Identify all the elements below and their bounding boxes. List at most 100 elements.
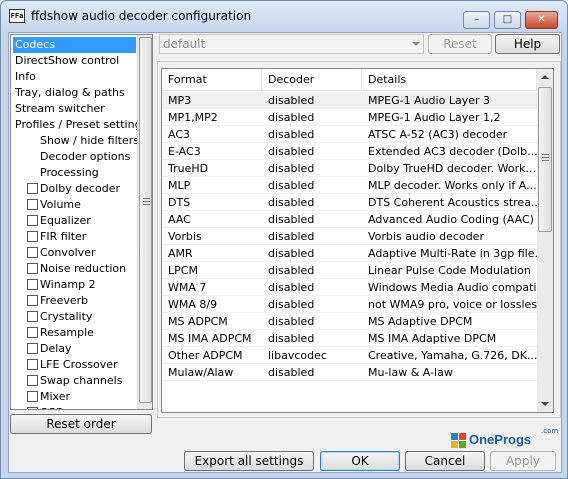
decoder-cell[interactable]: disabled xyxy=(262,279,362,296)
column-header-decoder[interactable]: Decoder xyxy=(262,69,362,91)
table-row[interactable]: MS IMA ADPCM disabled MS IMA Adaptive DPCM xyxy=(162,330,537,347)
ok-button[interactable]: OK xyxy=(320,451,400,471)
close-button[interactable]: ✕ xyxy=(525,11,558,29)
decoder-cell[interactable]: disabled xyxy=(262,364,362,381)
table-row[interactable]: AAC disabled Advanced Audio Coding (AAC) xyxy=(162,211,537,228)
decoder-cell[interactable]: disabled xyxy=(262,92,362,109)
table-row[interactable]: MP3 disabled MPEG-1 Audio Layer 3 xyxy=(162,92,537,109)
table-row[interactable]: AMR disabled Adaptive Multi-Rate in 3gp fi… xyxy=(162,245,537,262)
tree-scrollbar[interactable] xyxy=(137,35,152,409)
preset-select[interactable]: default xyxy=(159,34,424,54)
list-scrollbar[interactable] xyxy=(537,69,553,412)
decoder-cell[interactable]: disabled xyxy=(262,109,362,126)
app-window: FFa ffdshow audio decoder configuration … xyxy=(0,0,568,479)
filter-checkbox[interactable] xyxy=(27,391,38,402)
format-cell: Mulaw/Alaw xyxy=(168,366,234,379)
help-button[interactable]: Help xyxy=(495,34,560,54)
filter-checkbox[interactable] xyxy=(27,327,38,338)
list-scroll-thumb[interactable] xyxy=(538,87,552,232)
tree-item-label: Dolby decoder xyxy=(40,182,121,195)
cancel-button[interactable]: Cancel xyxy=(405,451,485,471)
filter-checkbox[interactable] xyxy=(27,359,38,370)
tree-item-label: Info xyxy=(15,70,36,83)
tree-item-label: Crystality xyxy=(40,310,93,323)
decoder-cell[interactable]: disabled xyxy=(262,313,362,330)
format-cell: WMA 7 xyxy=(168,281,207,294)
table-row[interactable]: E-AC3 disabled Extended AC3 decoder (Dolb.… xyxy=(162,143,537,160)
decoder-cell[interactable]: libavcodec xyxy=(262,347,362,364)
reset-button[interactable]: Reset xyxy=(428,34,492,54)
tree-item[interactable]: Codecs xyxy=(13,37,136,53)
table-row[interactable]: MLP disabled MLP decoder. Works only if A.… xyxy=(162,177,537,194)
filter-checkbox[interactable] xyxy=(27,263,38,274)
decoder-cell[interactable]: disabled xyxy=(262,296,362,313)
filter-checkbox[interactable] xyxy=(27,295,38,306)
tree-item-label: Freeverb xyxy=(40,294,89,307)
filter-checkbox[interactable] xyxy=(27,231,38,242)
table-row[interactable]: AC3 disabled ATSC A-52 (AC3) decoder xyxy=(162,126,537,143)
codecs-list[interactable]: Format Decoder Details MP3 disabled MPEG-1… xyxy=(161,68,554,413)
table-row[interactable]: Vorbis disabled Vorbis audio decoder xyxy=(162,228,537,245)
filter-checkbox[interactable] xyxy=(27,407,38,409)
column-header-details[interactable]: Details xyxy=(362,69,537,91)
details-cell: MS IMA Adaptive DPCM xyxy=(368,332,497,345)
minimize-icon: – xyxy=(474,14,479,25)
title-bar[interactable]: FFa ffdshow audio decoder configuration … xyxy=(1,1,567,31)
filter-checkbox[interactable] xyxy=(27,343,38,354)
tree-item-label: Decoder options xyxy=(40,150,131,163)
format-cell: MP3 xyxy=(168,94,192,107)
decoder-cell[interactable]: disabled xyxy=(262,245,362,262)
decoder-cell[interactable]: disabled xyxy=(262,194,362,211)
tree-item-label: Winamp 2 xyxy=(40,278,96,291)
filter-checkbox[interactable] xyxy=(27,247,38,258)
table-row[interactable]: MP1,MP2 disabled MPEG-1 Audio Layer 1,2 xyxy=(162,109,537,126)
chevron-down-icon xyxy=(412,42,420,46)
table-row[interactable]: WMA 8/9 disabled not WMA9 pro, voice or lo… xyxy=(162,296,537,313)
decoder-cell[interactable]: disabled xyxy=(262,330,362,347)
tree-item-label: Mixer xyxy=(40,390,71,403)
apply-button[interactable]: Apply xyxy=(490,451,556,471)
filter-checkbox[interactable] xyxy=(27,215,38,226)
format-cell: TrueHD xyxy=(168,162,209,175)
tree-item-label: Swap channels xyxy=(40,374,123,387)
filter-checkbox[interactable] xyxy=(27,375,38,386)
format-cell: MLP xyxy=(168,179,191,192)
filter-checkbox[interactable] xyxy=(27,199,38,210)
filter-checkbox[interactable] xyxy=(27,279,38,290)
table-row[interactable]: DTS disabled DTS Coherent Acoustics strea.… xyxy=(162,194,537,211)
format-cell: Other ADPCM xyxy=(168,349,243,362)
tree-item-label: FIR filter xyxy=(40,230,87,243)
decoder-cell[interactable]: disabled xyxy=(262,211,362,228)
reset-order-button[interactable]: Reset order xyxy=(10,414,152,434)
scroll-up-icon[interactable] xyxy=(541,75,549,79)
column-header-format[interactable]: Format xyxy=(162,69,262,91)
format-cell: DTS xyxy=(168,196,191,209)
tree-item-label: Convolver xyxy=(40,246,96,259)
table-row[interactable]: Mulaw/Alaw disabled Mu-law & A-law xyxy=(162,364,537,381)
tree-item-label: Stream switcher xyxy=(15,102,105,115)
settings-tree[interactable]: OSD Mixer Swap channels LFE Crossover Delay R… xyxy=(10,34,153,410)
minimize-button[interactable]: – xyxy=(463,11,490,29)
filter-checkbox[interactable] xyxy=(27,311,38,322)
table-row[interactable]: TrueHD disabled Dolby TrueHD decoder. Work… xyxy=(162,160,537,177)
decoder-cell[interactable]: disabled xyxy=(262,143,362,160)
table-row[interactable]: LPCM disabled Linear Pulse Code Modulation xyxy=(162,262,537,279)
maximize-button[interactable]: □ xyxy=(494,11,521,29)
decoder-cell[interactable]: disabled xyxy=(262,177,362,194)
table-row[interactable]: WMA 7 disabled Windows Media Audio compati… xyxy=(162,279,537,296)
decoder-cell[interactable]: disabled xyxy=(262,262,362,279)
scroll-down-icon[interactable] xyxy=(541,402,549,406)
decoder-cell[interactable]: disabled xyxy=(262,228,362,245)
decoder-cell[interactable]: disabled xyxy=(262,126,362,143)
tree-item-label: Noise reduction xyxy=(40,262,127,275)
details-cell: DTS Coherent Acoustics strea... xyxy=(368,196,537,209)
filter-checkbox[interactable] xyxy=(27,183,38,194)
format-cell: AMR xyxy=(168,247,193,260)
tree-item-label: Resample xyxy=(40,326,94,339)
table-row[interactable]: MS ADPCM disabled MS Adaptive DPCM xyxy=(162,313,537,330)
table-row[interactable]: Other ADPCM libavcodec Creative, Yamaha, G… xyxy=(162,347,537,364)
export-all-settings-button[interactable]: Export all settings xyxy=(184,451,314,471)
details-cell: not WMA9 pro, voice or lossless xyxy=(368,298,537,311)
tree-scroll-thumb[interactable] xyxy=(139,37,152,403)
decoder-cell[interactable]: disabled xyxy=(262,160,362,177)
